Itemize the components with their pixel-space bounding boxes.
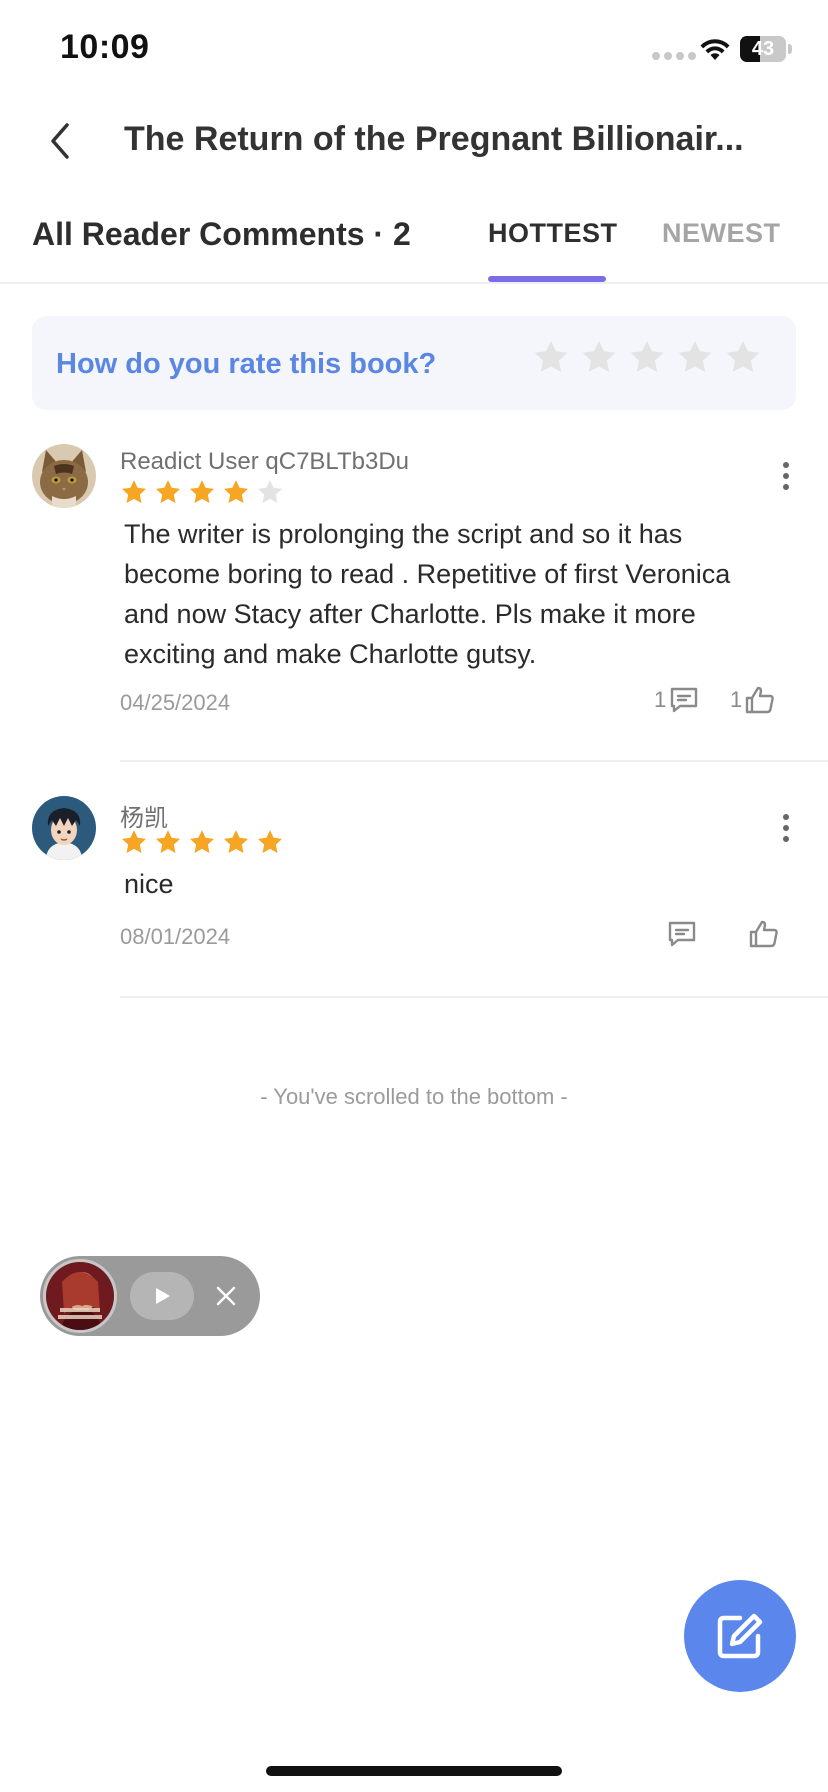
comment-text: The writer is prolonging the script and … bbox=[124, 519, 731, 669]
comment-date: 08/01/2024 bbox=[120, 924, 231, 949]
comment-date: 04/25/2024 bbox=[120, 690, 231, 715]
section-title: All Reader Comments · 2 bbox=[32, 216, 411, 252]
star-filled-icon bbox=[223, 830, 249, 853]
wifi-icon bbox=[700, 39, 730, 60]
thumbs-up-icon bbox=[749, 920, 778, 948]
tab-newest[interactable]: NEWEST bbox=[662, 218, 781, 249]
comment-rating-stars bbox=[120, 478, 284, 506]
mini-player bbox=[40, 1256, 260, 1336]
edit-icon bbox=[717, 1613, 763, 1659]
rate-star-3-icon[interactable] bbox=[628, 338, 666, 376]
active-tab-indicator bbox=[488, 276, 606, 282]
tab-hottest[interactable]: HOTTEST bbox=[488, 218, 618, 249]
end-of-list-note: - You've scrolled to the bottom - bbox=[260, 1084, 568, 1109]
cat-avatar[interactable] bbox=[32, 444, 96, 508]
star-filled-icon bbox=[189, 480, 215, 503]
comment-rating-stars bbox=[120, 828, 284, 856]
rate-star-1-icon[interactable] bbox=[532, 338, 570, 376]
more-options-button[interactable] bbox=[774, 456, 798, 496]
reply-count: 1 bbox=[654, 687, 667, 712]
star-filled-icon bbox=[155, 830, 181, 853]
play-icon bbox=[156, 1288, 170, 1304]
star-filled-icon bbox=[155, 480, 181, 503]
comment-divider bbox=[120, 996, 828, 998]
rate-book-label: How do you rate this book? bbox=[56, 348, 437, 380]
battery-level: 43 bbox=[751, 38, 775, 60]
reply-button[interactable]: 1 bbox=[654, 684, 700, 716]
signal-icon bbox=[652, 52, 696, 60]
star-filled-icon bbox=[189, 830, 215, 853]
header: The Return of the Pregnant Billionair... bbox=[0, 100, 828, 184]
comment-item: Readict User qC7BLTb3Du The writer is pr… bbox=[0, 440, 828, 762]
close-player-button[interactable] bbox=[210, 1280, 242, 1312]
comment-item: 杨凯 nice 08/01/2024 bbox=[0, 794, 828, 998]
star-filled-icon bbox=[223, 480, 249, 503]
back-button[interactable] bbox=[36, 116, 84, 166]
comment-icon bbox=[671, 687, 698, 713]
star-filled-icon bbox=[121, 480, 147, 503]
like-button[interactable]: 1 bbox=[730, 684, 776, 716]
comment-icon bbox=[668, 921, 696, 947]
battery-icon: 43 bbox=[740, 36, 792, 62]
rate-book-card: How do you rate this book? bbox=[32, 316, 796, 410]
chevron-left-icon bbox=[51, 123, 69, 159]
star-filled-icon bbox=[257, 830, 283, 853]
rate-star-4-icon[interactable] bbox=[676, 338, 714, 376]
thumbs-up-icon bbox=[746, 686, 775, 714]
write-comment-button[interactable] bbox=[684, 1580, 796, 1692]
rate-star-5-icon[interactable] bbox=[724, 338, 762, 376]
more-options-button[interactable] bbox=[774, 808, 798, 848]
close-icon bbox=[216, 1286, 236, 1306]
rate-star-2-icon[interactable] bbox=[580, 338, 618, 376]
book-title: The Return of the Pregnant Billionair... bbox=[124, 120, 744, 158]
comments-section-bar: All Reader Comments · 2 HOTTEST NEWEST bbox=[0, 184, 828, 284]
star-filled-icon bbox=[121, 830, 147, 853]
comment-username: Readict User qC7BLTb3Du bbox=[120, 448, 410, 475]
home-indicator bbox=[266, 1766, 562, 1776]
like-count: 1 bbox=[730, 687, 743, 712]
status-bar: 10:09 43 bbox=[0, 0, 828, 100]
star-empty-icon bbox=[257, 480, 283, 503]
comment-text: nice bbox=[124, 869, 174, 899]
reply-button[interactable] bbox=[664, 918, 698, 950]
like-button[interactable] bbox=[746, 918, 780, 950]
book-cover-thumbnail[interactable] bbox=[43, 1259, 117, 1333]
rate-stars bbox=[532, 338, 762, 376]
comment-divider bbox=[120, 760, 828, 762]
play-button[interactable] bbox=[130, 1272, 194, 1320]
status-time: 10:09 bbox=[60, 28, 150, 66]
anime-boy-avatar[interactable] bbox=[32, 796, 96, 860]
